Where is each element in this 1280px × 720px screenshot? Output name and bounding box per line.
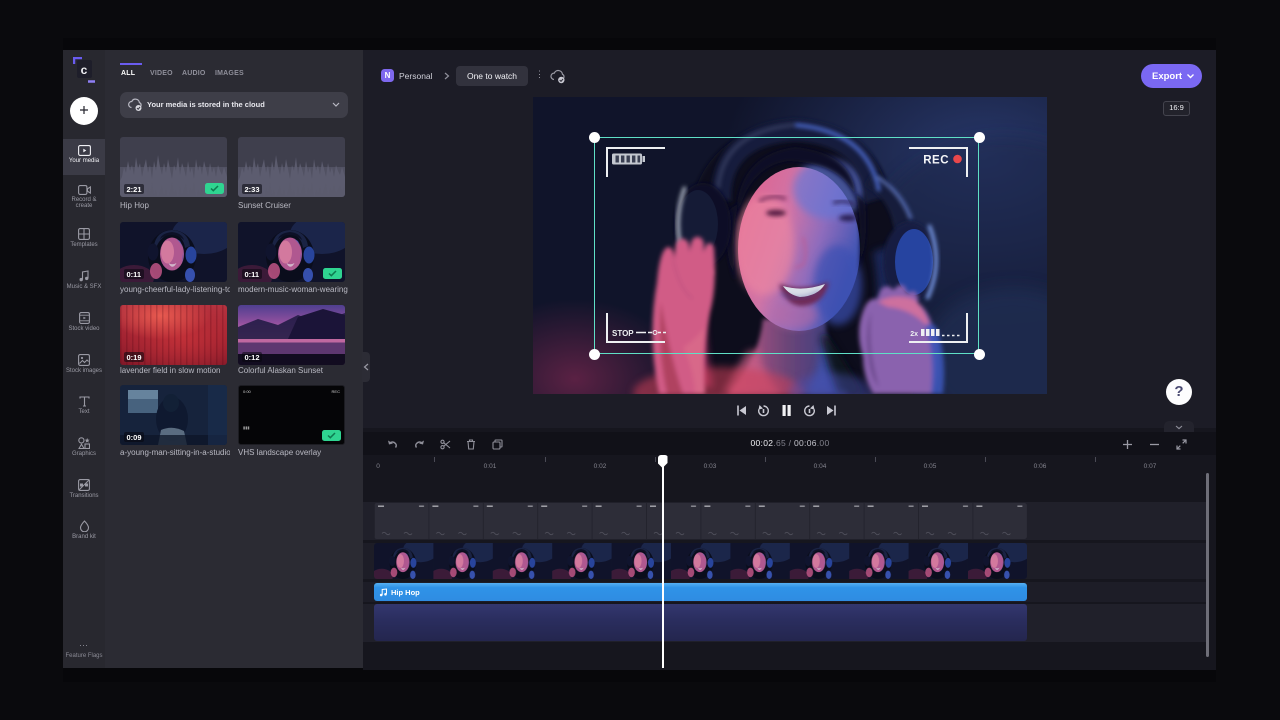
svg-text:2x: 2x xyxy=(910,331,918,338)
svg-text:STOP: STOP xyxy=(612,329,634,338)
svg-text:c: c xyxy=(81,63,88,77)
svg-text:REC: REC xyxy=(923,155,949,167)
